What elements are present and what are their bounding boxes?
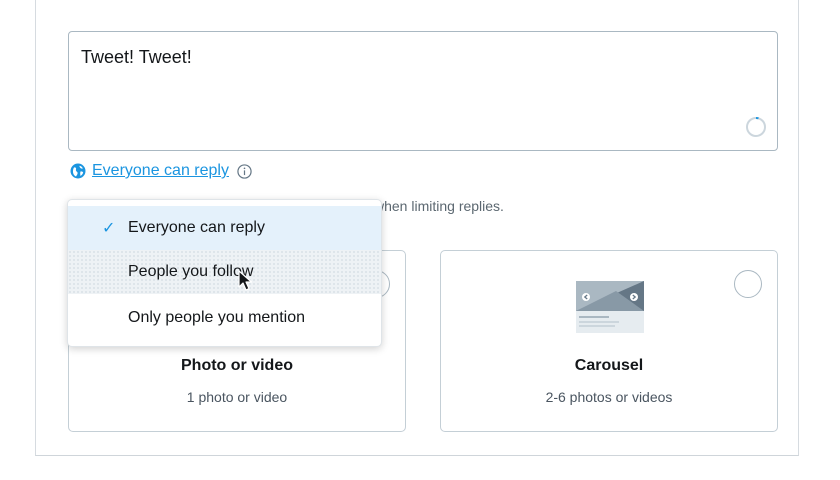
menu-item-people-you-follow[interactable]: People you follow xyxy=(68,250,381,294)
carousel-card-subtitle: 2-6 photos or videos xyxy=(545,389,673,405)
reply-settings-row: Everyone can reply xyxy=(70,162,252,180)
photo-card-subtitle: 1 photo or video xyxy=(186,389,288,405)
globe-icon xyxy=(70,163,86,179)
tweet-text: Tweet! Tweet! xyxy=(81,47,192,67)
checkmark-icon: ✓ xyxy=(102,220,116,237)
info-icon[interactable] xyxy=(237,163,252,179)
tweet-text-area[interactable]: Tweet! Tweet! xyxy=(68,31,778,151)
menu-item-only-people-you-mention[interactable]: Only people you mention xyxy=(68,296,381,340)
carousel-card[interactable]: Carousel 2-6 photos or videos xyxy=(440,250,778,432)
character-counter-icon xyxy=(746,116,766,137)
tweet-composer-page: Tweet! Tweet! Everyone can reply when li… xyxy=(0,0,840,480)
carousel-card-title: Carousel xyxy=(574,357,644,374)
menu-item-label: People you follow xyxy=(128,263,254,280)
reply-settings-dropdown: ✓ Everyone can reply People you follow O… xyxy=(67,199,382,347)
menu-item-label: Everyone can reply xyxy=(128,219,265,236)
menu-item-label: Only people you mention xyxy=(128,309,305,326)
photo-card-title: Photo or video xyxy=(181,357,293,374)
menu-item-everyone-can-reply[interactable]: ✓ Everyone can reply xyxy=(68,206,381,250)
carousel-illustration-icon xyxy=(576,281,644,333)
helper-text-visible: when limiting replies. xyxy=(374,198,504,214)
mouse-pointer-icon xyxy=(238,270,253,291)
everyone-can-reply-link[interactable]: Everyone can reply xyxy=(92,162,229,180)
carousel-radio-button[interactable] xyxy=(734,270,762,298)
